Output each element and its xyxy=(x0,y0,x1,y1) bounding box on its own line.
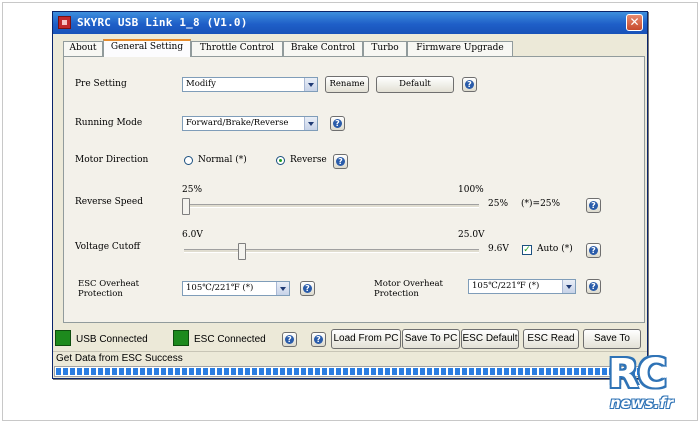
motor-direction-label: Motor Direction xyxy=(75,155,149,165)
help-icon[interactable]: ? xyxy=(462,77,477,92)
app-window: SKYRC USB Link 1_8 (V1.0) ✕ About Genera… xyxy=(52,11,648,379)
help-icon[interactable]: ? xyxy=(333,154,348,169)
esc-default-button[interactable]: ESC Default xyxy=(461,329,519,349)
save-to-esc-button[interactable]: Save To ESC xyxy=(583,329,641,362)
tab-turbo[interactable]: Turbo xyxy=(363,41,407,56)
esc-overheat-label: ESC Overheat Protection xyxy=(78,279,140,299)
pre-setting-value: Modify xyxy=(186,79,216,89)
help-icon[interactable]: ? xyxy=(586,243,601,258)
voltage-cutoff-track[interactable] xyxy=(184,249,479,253)
title-bar[interactable]: SKYRC USB Link 1_8 (V1.0) ✕ xyxy=(53,12,647,34)
running-mode-value: Forward/Brake/Reverse xyxy=(186,118,289,128)
help-icon[interactable]: ? xyxy=(330,116,345,131)
chevron-down-icon[interactable] xyxy=(562,280,575,293)
save-to-pc-button[interactable]: Save To PC xyxy=(402,329,460,349)
tab-general-setting[interactable]: General Setting xyxy=(103,39,191,57)
running-mode-label: Running Mode xyxy=(75,118,143,128)
default-button[interactable]: Default xyxy=(376,76,454,93)
esc-overheat-value: 105℃/221℉ (*) xyxy=(186,283,254,293)
app-icon xyxy=(58,16,71,29)
esc-read-button[interactable]: ESC Read xyxy=(523,329,579,349)
chevron-down-icon[interactable] xyxy=(304,78,317,91)
motor-direction-reverse-label: Reverse xyxy=(290,155,327,165)
reverse-speed-label: Reverse Speed xyxy=(75,197,143,207)
load-from-pc-button[interactable]: Load From PC xyxy=(331,329,401,349)
reverse-speed-min-label: 25% xyxy=(182,185,203,195)
tab-firmware-upgrade[interactable]: Firmware Upgrade xyxy=(407,41,513,56)
motor-direction-normal-label: Normal (*) xyxy=(198,155,247,165)
help-icon[interactable]: ? xyxy=(282,332,297,347)
status-bar: Get Data from ESC Success xyxy=(53,351,647,365)
voltage-cutoff-max-label: 25.0V xyxy=(458,230,485,240)
reverse-speed-slider-handle[interactable] xyxy=(182,198,190,215)
auto-checkbox[interactable]: ✓ xyxy=(522,245,532,255)
reverse-speed-default-note: (*)=25% xyxy=(521,199,561,209)
chevron-down-icon[interactable] xyxy=(276,282,289,295)
usb-status-indicator xyxy=(55,330,71,346)
reverse-speed-value: 25% xyxy=(488,199,509,209)
help-icon[interactable]: ? xyxy=(311,332,326,347)
logo-site-text: news.fr xyxy=(610,394,674,412)
help-icon[interactable]: ? xyxy=(586,198,601,213)
logo-brand-text: RC xyxy=(608,351,667,397)
motor-direction-reverse-radio[interactable] xyxy=(276,156,285,165)
motor-overheat-label: Motor Overheat Protection xyxy=(374,279,443,299)
rename-button[interactable]: Rename xyxy=(325,76,369,93)
pre-setting-select[interactable]: Modify xyxy=(182,77,318,92)
pre-setting-label: Pre Setting xyxy=(75,79,127,89)
auto-checkbox-label: Auto (*) xyxy=(537,244,573,254)
progress-bar xyxy=(54,366,646,377)
help-icon[interactable]: ? xyxy=(586,279,601,294)
motor-direction-normal-radio[interactable] xyxy=(184,156,193,165)
help-icon[interactable]: ? xyxy=(300,281,315,296)
chevron-down-icon[interactable] xyxy=(304,117,317,130)
tab-throttle-control[interactable]: Throttle Control xyxy=(191,41,283,56)
esc-status-indicator xyxy=(173,330,189,346)
general-setting-panel: Pre Setting Modify Rename Default ? Runn… xyxy=(63,56,645,323)
close-icon[interactable]: ✕ xyxy=(626,14,643,31)
progress-fill xyxy=(56,368,644,375)
esc-status-label: ESC Connected xyxy=(194,334,266,345)
voltage-cutoff-value: 9.6V xyxy=(488,244,509,254)
tab-brake-control[interactable]: Brake Control xyxy=(283,41,363,56)
motor-overheat-select[interactable]: 105℃/221℉ (*) xyxy=(468,279,576,294)
tab-about[interactable]: About xyxy=(63,41,103,56)
window-title: SKYRC USB Link 1_8 (V1.0) xyxy=(77,16,248,29)
voltage-cutoff-slider-handle[interactable] xyxy=(238,243,246,260)
running-mode-select[interactable]: Forward/Brake/Reverse xyxy=(182,116,318,131)
motor-overheat-value: 105℃/221℉ (*) xyxy=(472,281,540,291)
reverse-speed-max-label: 100% xyxy=(458,185,484,195)
rcnews-logo: RC news.fr xyxy=(604,352,694,416)
reverse-speed-track[interactable] xyxy=(184,204,479,208)
voltage-cutoff-label: Voltage Cutoff xyxy=(75,242,141,252)
voltage-cutoff-min-label: 6.0V xyxy=(182,230,203,240)
esc-overheat-select[interactable]: 105℃/221℉ (*) xyxy=(182,281,290,296)
usb-status-label: USB Connected xyxy=(76,334,148,345)
